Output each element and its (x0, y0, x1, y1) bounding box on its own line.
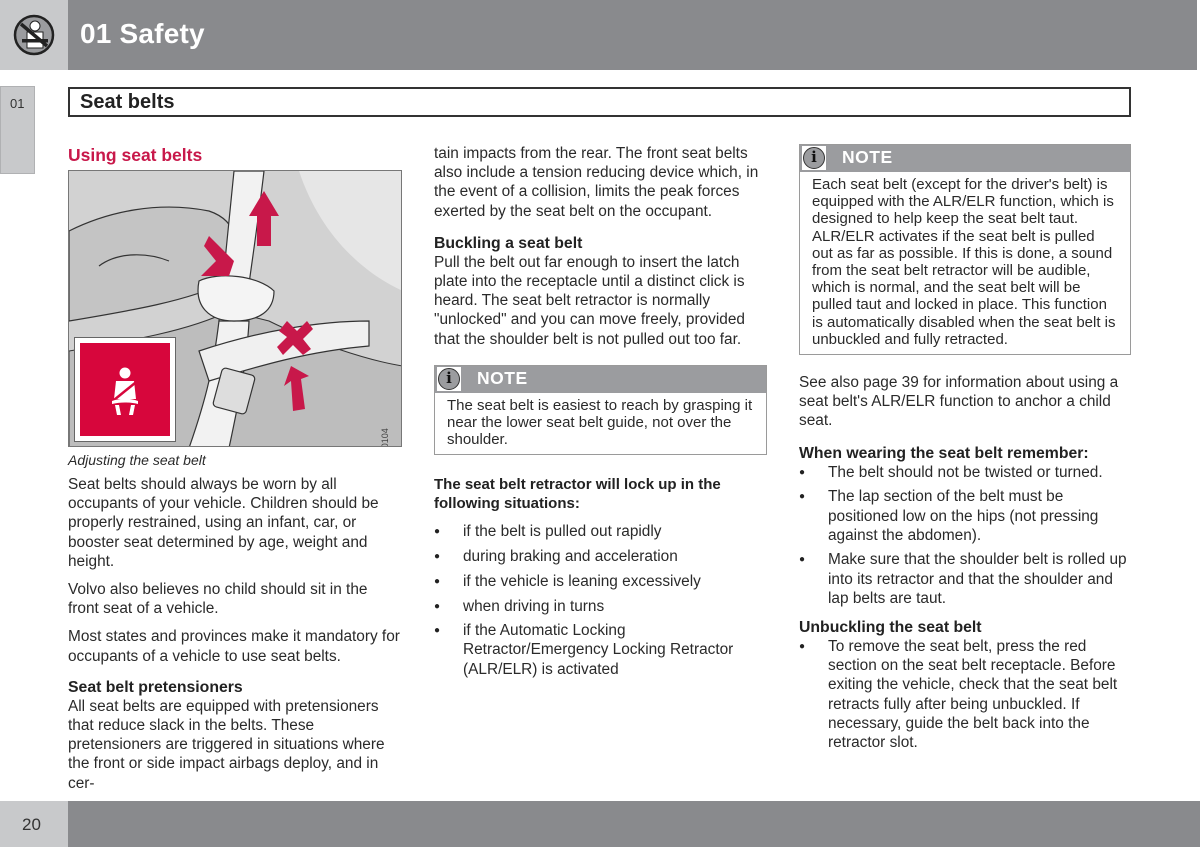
seatbelt-warning-icon (13, 14, 55, 56)
heading-using-seat-belts: Using seat belts (68, 145, 203, 165)
paragraph: Seat belts should always be worn by all … (68, 476, 379, 570)
unbuckling-list: To remove the seat belt, press the red s… (799, 637, 1131, 752)
paragraph: Volvo also believes no child should sit … (68, 581, 368, 618)
seatbelt-reminder-icon (80, 343, 170, 436)
chapter-title: 01 Safety (80, 18, 205, 49)
seatbelt-illustration: G020104 (68, 170, 402, 447)
heading-unbuckling: Unbuckling the seat belt (799, 619, 982, 637)
heading-pretensioners: Seat belt pretensioners (68, 678, 243, 696)
note-box: i NOTE Each seat belt (except for the dr… (799, 144, 1131, 356)
list-item: To remove the seat belt, press the red s… (799, 637, 1131, 752)
column-1: Using seat belts G020104 Adjusting the s… (68, 144, 402, 793)
note-text: Each seat belt (except for the driver's … (812, 176, 1116, 348)
figure-code: G020104 (379, 428, 390, 447)
heading-buckling: Buckling a seat belt (434, 234, 583, 252)
list-item: The lap section of the belt must be posi… (799, 487, 1131, 545)
section-title-box (68, 87, 1131, 117)
heading-retractor-lock: The seat belt retractor will lock up in … (434, 476, 721, 513)
remember-list: The belt should not be twisted or turned… (799, 463, 1131, 608)
column-3: i NOTE Each seat belt (except for the dr… (799, 144, 1131, 758)
seatbelt-reminder-inset (74, 337, 176, 442)
list-item: if the vehicle is leaning excessively (434, 572, 767, 591)
list-item: Make sure that the shoulder belt is roll… (799, 550, 1131, 608)
note-header: i NOTE (435, 365, 766, 393)
info-icon: i (802, 146, 826, 170)
paragraph: All seat belts are equipped with pretens… (68, 697, 385, 792)
footer-bar (68, 801, 1200, 847)
paragraph: tain impacts from the rear. The front se… (434, 145, 759, 220)
paragraph: See also page 39 for information about u… (799, 374, 1119, 430)
note-label: NOTE (477, 367, 528, 388)
list-item: when driving in turns (434, 597, 767, 616)
section-title: Seat belts (80, 91, 175, 113)
side-tab-label: 01 (10, 96, 25, 111)
info-icon: i (437, 366, 461, 391)
list-item: if the belt is pulled out rapidly (434, 522, 767, 541)
lock-situations-list: if the belt is pulled out rapidly during… (434, 522, 767, 678)
list-item: The belt should not be twisted or turned… (799, 463, 1131, 482)
note-header: i NOTE (800, 145, 1130, 172)
paragraph: Pull the belt out far enough to insert t… (434, 253, 745, 348)
column-2: tain impacts from the rear. The front se… (434, 144, 767, 684)
chapter-header (68, 0, 1197, 70)
list-item: during braking and acceleration (434, 547, 767, 566)
page-number: 20 (22, 815, 41, 834)
note-text: The seat belt is easiest to reach by gra… (447, 396, 753, 449)
note-label: NOTE (842, 147, 893, 167)
list-item: if the Automatic Locking Retractor/Emerg… (434, 621, 767, 679)
heading-remember: When wearing the seat belt remember: (799, 444, 1089, 462)
paragraph: Most states and provinces make it mandat… (68, 628, 400, 665)
header-icon-panel (0, 0, 68, 70)
figure-caption: Adjusting the seat belt (68, 452, 206, 468)
note-box: i NOTE The seat belt is easiest to reach… (434, 364, 767, 456)
